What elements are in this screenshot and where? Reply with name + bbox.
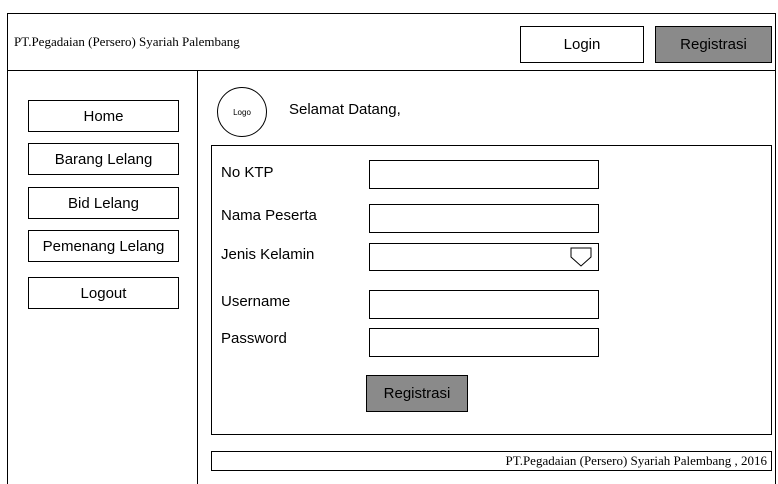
welcome-text: Selamat Datang, <box>289 101 401 118</box>
brand-title: PT.Pegadaian (Persero) Syariah Palembang <box>14 34 240 49</box>
sidebar-item-bid-lelang[interactable]: Bid Lelang <box>28 187 179 219</box>
sidebar-item-logout[interactable]: Logout <box>28 277 179 309</box>
footer: PT.Pegadaian (Persero) Syariah Palembang… <box>211 451 772 471</box>
no-ktp-label: No KTP <box>221 164 274 181</box>
header-divider <box>7 70 776 71</box>
footer-text: PT.Pegadaian (Persero) Syariah Palembang… <box>505 453 768 468</box>
register-top-button[interactable]: Registrasi <box>655 26 772 63</box>
registrasi-submit-button[interactable]: Registrasi <box>366 375 468 412</box>
no-ktp-input[interactable] <box>369 160 599 189</box>
jenis-kelamin-select[interactable] <box>369 243 599 271</box>
sidebar-divider <box>197 70 198 484</box>
sidebar-item-home[interactable]: Home <box>28 100 179 132</box>
password-input[interactable] <box>369 328 599 357</box>
nama-peserta-label: Nama Peserta <box>221 207 317 224</box>
username-label: Username <box>221 293 291 310</box>
jenis-kelamin-label: Jenis Kelamin <box>221 246 315 263</box>
sidebar-item-barang-lelang[interactable]: Barang Lelang <box>28 143 179 175</box>
logo: Logo <box>217 87 267 137</box>
username-input[interactable] <box>369 290 599 319</box>
login-button[interactable]: Login <box>520 26 644 63</box>
password-label: Password <box>221 330 287 347</box>
nama-peserta-input[interactable] <box>369 204 599 233</box>
sidebar-item-pemenang-lelang[interactable]: Pemenang Lelang <box>28 230 179 262</box>
chevron-down-icon <box>570 247 592 267</box>
